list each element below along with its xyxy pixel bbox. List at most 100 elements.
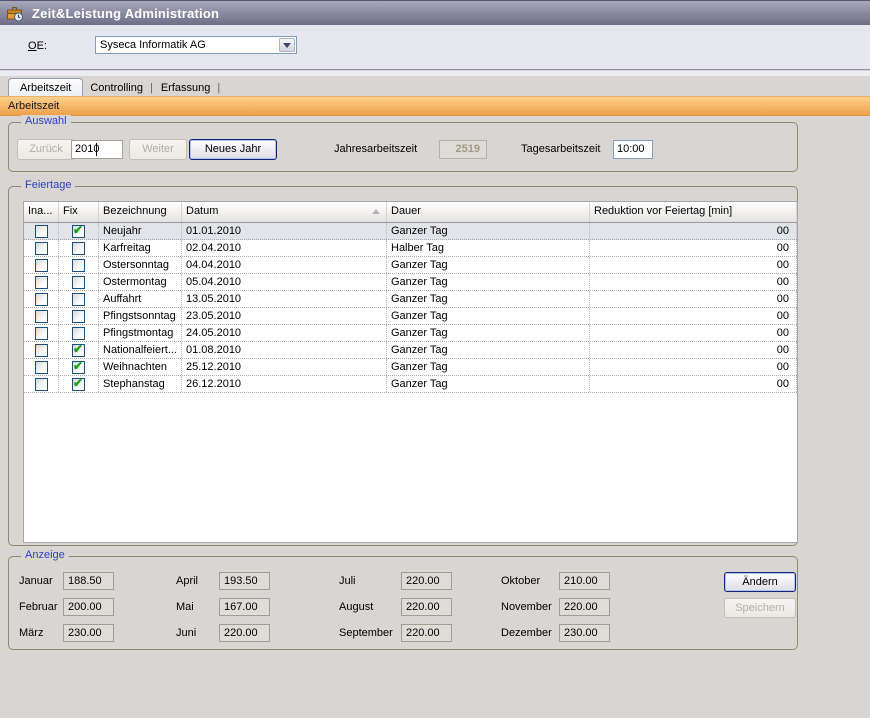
datum-cell: 24.05.2010 (182, 325, 387, 341)
fix-checkbox[interactable] (72, 242, 85, 255)
inaktiv-checkbox[interactable] (35, 225, 48, 238)
reduktion-cell: 00 (590, 308, 797, 324)
month-september-field[interactable]: 220.00 (401, 624, 452, 642)
column-header-datum[interactable]: Datum (182, 202, 387, 222)
month-mai-field[interactable]: 167.00 (219, 598, 270, 616)
annual-hours-label: Jahresarbeitszeit (334, 143, 417, 155)
fix-checkbox-cell (59, 308, 99, 324)
inaktiv-checkbox[interactable] (35, 310, 48, 323)
month-april-field[interactable]: 193.50 (219, 572, 270, 590)
fix-checkbox[interactable] (72, 259, 85, 272)
month-mai-label: Mai (176, 601, 194, 613)
fix-checkbox[interactable] (72, 276, 85, 289)
dauer-cell: Ganzer Tag (387, 308, 590, 324)
inaktiv-checkbox[interactable] (35, 361, 48, 374)
dauer-cell: Ganzer Tag (387, 274, 590, 290)
daily-hours-field[interactable]: 10:00 (613, 140, 653, 159)
table-row[interactable]: ✔Neujahr01.01.2010Ganzer Tag00 (24, 223, 797, 240)
fix-checkbox[interactable]: ✔ (72, 378, 85, 391)
dauer-cell: Ganzer Tag (387, 376, 590, 392)
column-header-dauer[interactable]: Dauer (387, 202, 590, 222)
datum-cell: 01.01.2010 (182, 223, 387, 239)
inaktiv-checkbox[interactable] (35, 259, 48, 272)
tab-erfassung[interactable]: Erfassung (154, 79, 218, 96)
tab-controlling[interactable]: Controlling (83, 79, 150, 96)
dauer-cell: Ganzer Tag (387, 359, 590, 375)
oe-selected-value: Syseca Informatik AG (100, 39, 206, 51)
fix-checkbox[interactable] (72, 310, 85, 323)
reduktion-cell: 00 (590, 223, 797, 239)
column-header-bezeichnung[interactable]: Bezeichnung (99, 202, 182, 222)
bezeichnung-cell: Ostermontag (99, 274, 182, 290)
section-banner: Arbeitszeit (0, 96, 870, 116)
sort-ascending-icon (372, 209, 380, 214)
oe-dropdown-button[interactable] (279, 38, 295, 52)
table-row[interactable]: ✔Stephanstag26.12.2010Ganzer Tag00 (24, 376, 797, 393)
column-header-reduktion-vor-feiertag-min[interactable]: Reduktion vor Feiertag [min] (590, 202, 797, 222)
oe-combobox[interactable]: Syseca Informatik AG (95, 36, 297, 54)
inaktiv-checkbox-cell (24, 342, 59, 358)
table-row[interactable]: Auffahrt13.05.2010Ganzer Tag00 (24, 291, 797, 308)
month-august-label: August (339, 601, 373, 613)
table-row[interactable]: Karfreitag02.04.2010Halber Tag00 (24, 240, 797, 257)
month-august-field[interactable]: 220.00 (401, 598, 452, 616)
month-märz-label: März (19, 627, 43, 639)
datum-cell: 23.05.2010 (182, 308, 387, 324)
reduktion-cell: 00 (590, 376, 797, 392)
bezeichnung-cell: Neujahr (99, 223, 182, 239)
dauer-cell: Ganzer Tag (387, 257, 590, 273)
back-button[interactable]: Zurück (17, 139, 75, 160)
table-row[interactable]: Pfingstsonntag23.05.2010Ganzer Tag00 (24, 308, 797, 325)
month-dezember-field[interactable]: 230.00 (559, 624, 610, 642)
column-header-ina[interactable]: Ina... (24, 202, 59, 222)
month-oktober-field[interactable]: 210.00 (559, 572, 610, 590)
month-november-field[interactable]: 220.00 (559, 598, 610, 616)
fix-checkbox[interactable]: ✔ (72, 361, 85, 374)
auswahl-legend: Auswahl (21, 115, 71, 127)
months-grid: Januar188.50Februar200.00März230.00April… (9, 557, 797, 649)
check-icon: ✔ (73, 359, 83, 373)
top-panel: OE: Syseca Informatik AG (0, 25, 870, 70)
fix-checkbox[interactable]: ✔ (72, 225, 85, 238)
fix-checkbox-cell: ✔ (59, 223, 99, 239)
inaktiv-checkbox[interactable] (35, 242, 48, 255)
tab-arbeitszeit[interactable]: Arbeitszeit (8, 78, 83, 96)
next-button[interactable]: Weiter (129, 139, 187, 160)
inaktiv-checkbox[interactable] (35, 327, 48, 340)
month-april-label: April (176, 575, 198, 587)
save-button[interactable]: Speichern (724, 598, 796, 618)
month-märz-field[interactable]: 230.00 (63, 624, 114, 642)
fix-checkbox[interactable]: ✔ (72, 344, 85, 357)
new-year-button[interactable]: Neues Jahr (189, 139, 277, 160)
inaktiv-checkbox-cell (24, 359, 59, 375)
year-input[interactable]: 2010 (71, 140, 123, 159)
reduktion-cell: 00 (590, 342, 797, 358)
month-februar-field[interactable]: 200.00 (63, 598, 114, 616)
inaktiv-checkbox-cell (24, 308, 59, 324)
change-button[interactable]: Ändern (724, 572, 796, 592)
month-januar-field[interactable]: 188.50 (63, 572, 114, 590)
table-row[interactable]: Pfingstmontag24.05.2010Ganzer Tag00 (24, 325, 797, 342)
inaktiv-checkbox[interactable] (35, 293, 48, 306)
inaktiv-checkbox[interactable] (35, 378, 48, 391)
annual-hours-field: 2519 (439, 140, 487, 159)
table-body: ✔Neujahr01.01.2010Ganzer Tag00Karfreitag… (24, 223, 797, 393)
table-row[interactable]: ✔Nationalfeiert...01.08.2010Ganzer Tag00 (24, 342, 797, 359)
table-row[interactable]: Ostermontag05.04.2010Ganzer Tag00 (24, 274, 797, 291)
table-row[interactable]: ✔Weihnachten25.12.2010Ganzer Tag00 (24, 359, 797, 376)
inaktiv-checkbox[interactable] (35, 276, 48, 289)
dauer-cell: Halber Tag (387, 240, 590, 256)
inaktiv-checkbox[interactable] (35, 344, 48, 357)
column-header-fix[interactable]: Fix (59, 202, 99, 222)
month-juni-field[interactable]: 220.00 (219, 624, 270, 642)
reduktion-cell: 00 (590, 359, 797, 375)
month-juli-field[interactable]: 220.00 (401, 572, 452, 590)
bezeichnung-cell: Stephanstag (99, 376, 182, 392)
app-window: Zeit&Leistung Administration OE: Syseca … (0, 0, 870, 718)
anzeige-group: Anzeige Januar188.50Februar200.00März230… (8, 556, 798, 650)
fix-checkbox[interactable] (72, 293, 85, 306)
bezeichnung-cell: Auffahrt (99, 291, 182, 307)
table-row[interactable]: Ostersonntag04.04.2010Ganzer Tag00 (24, 257, 797, 274)
reduktion-cell: 00 (590, 274, 797, 290)
fix-checkbox[interactable] (72, 327, 85, 340)
